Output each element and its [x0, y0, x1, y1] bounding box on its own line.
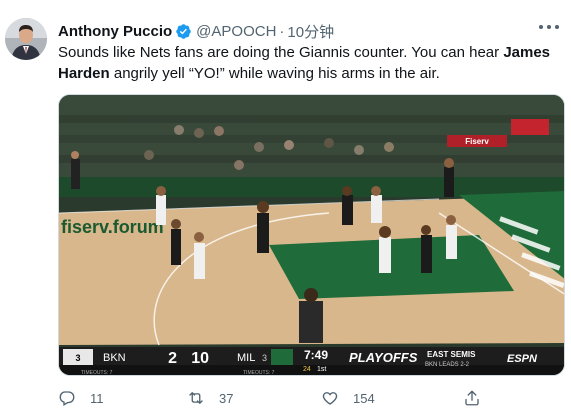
team1-name: BKN [103, 352, 126, 364]
tweet-text: Sounds like Nets fans are doing the Gian… [58, 42, 558, 84]
reply-icon [59, 391, 75, 406]
tweet-timestamp[interactable]: 10分钟 [287, 21, 334, 42]
team2-score: 10 [191, 350, 209, 367]
team1-timeouts: TIMEOUTS: 7 [81, 370, 113, 376]
quarter: 1st [317, 366, 326, 373]
tweet-video[interactable]: Fiserv fiserv.forum 3 BKN 2 10 MIL 3 7:4… [58, 94, 565, 376]
team1-score: 2 [168, 350, 177, 367]
reply-count: 11 [90, 390, 104, 406]
share-button[interactable] [463, 388, 495, 408]
retweet-count: 37 [219, 390, 234, 406]
header-separator: · [279, 22, 285, 40]
game-clock: 7:49 [304, 348, 328, 362]
court-banner: fiserv.forum [61, 217, 164, 237]
team2-name: MIL [237, 352, 255, 364]
team2-seed: 3 [262, 353, 267, 363]
video-frame: Fiserv fiserv.forum 3 BKN 2 10 MIL 3 7:4… [59, 95, 564, 376]
like-button[interactable]: 154 [321, 388, 375, 408]
series-label: EAST SEMIS [427, 350, 476, 359]
retweet-button[interactable]: 37 [187, 388, 233, 408]
tweet[interactable]: Anthony Puccio @APOOCH · 10分钟 Sounds lik… [0, 0, 571, 409]
scoreboard: 3 BKN 2 10 MIL 3 7:49 24 1st PLAYOFFS EA… [59, 347, 564, 376]
verified-badge-icon [175, 23, 192, 40]
sponsor-sign: Fiserv [465, 137, 489, 146]
tweet-text-part1: Sounds like Nets fans are doing the Gian… [58, 44, 504, 61]
author-handle[interactable]: @APOOCH [196, 23, 276, 40]
share-icon [465, 390, 479, 406]
tweet-header: Anthony Puccio @APOOCH · 10分钟 [58, 21, 334, 41]
network-logo: ESPN [507, 353, 538, 365]
retweet-icon [189, 392, 203, 404]
heart-icon [322, 392, 338, 405]
playoffs-label: PLAYOFFS [349, 350, 418, 365]
like-count: 154 [353, 390, 375, 406]
tweet-actions: 11 37 154 [58, 388, 528, 408]
series-status: BKN LEADS 2-2 [425, 362, 470, 368]
shot-clock: 24 [303, 366, 311, 373]
author-name[interactable]: Anthony Puccio [58, 23, 172, 40]
reply-button[interactable]: 11 [58, 388, 104, 408]
team1-seed: 3 [75, 353, 80, 363]
avatar[interactable] [5, 18, 47, 60]
more-options-icon[interactable] [539, 20, 559, 34]
team2-timeouts: TIMEOUTS: 7 [243, 370, 275, 376]
tweet-text-part2: angrily yell “YO!” while waving his arms… [109, 65, 440, 82]
